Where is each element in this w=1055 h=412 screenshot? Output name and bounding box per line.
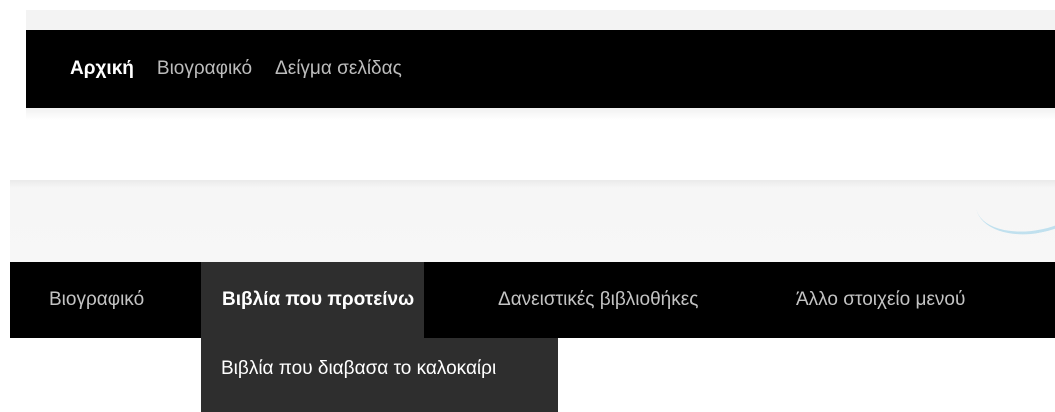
top-navigation-bar: Αρχική Βιογραφικό Δείγμα σελίδας (26, 30, 1055, 108)
submenu-item-summer-books[interactable]: Βιβλία που διαβασα το καλοκαίρι (221, 358, 511, 380)
main-navigation-bar: Βιογραφικό Βιβλία που προτείνω Δανειστικ… (10, 262, 1055, 338)
site-header-banner (10, 180, 1055, 262)
nav-item-sample-page[interactable]: Δείγμα σελίδας (275, 58, 402, 80)
nav-item-biography[interactable]: Βιογραφικό (49, 262, 144, 338)
content-area-top (26, 108, 1055, 120)
nav-item-recommended-books[interactable]: Βιβλία που προτείνω (201, 262, 425, 338)
screenshot-canvas: Αρχική Βιογραφικό Δείγμα σελίδας Βιογραφ… (0, 0, 1055, 412)
nav-item-other-menu-item[interactable]: Άλλο στοιχείο μενού (796, 262, 965, 338)
decorative-swoosh (968, 180, 1055, 245)
nav-item-biography[interactable]: Βιογραφικό (157, 58, 252, 80)
dropdown-submenu: Βιβλία που διαβασα το καλοκαίρι (201, 338, 558, 412)
nav-item-lending-libraries[interactable]: Δανειστικές βιβλιοθήκες (498, 262, 698, 338)
page-header-strip (26, 10, 1055, 30)
nav-item-home[interactable]: Αρχική (70, 58, 134, 80)
